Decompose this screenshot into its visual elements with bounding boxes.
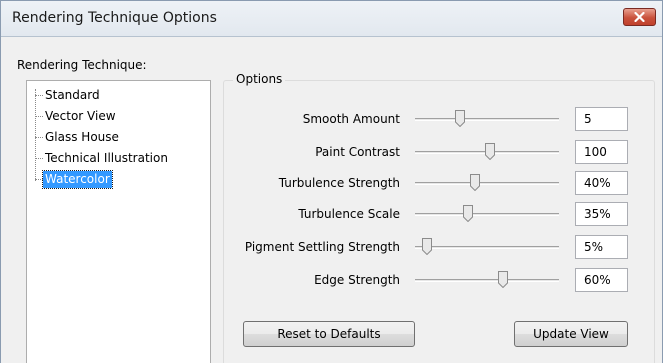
option-label: Edge Strength xyxy=(314,273,400,287)
tree-item-label: Vector View xyxy=(45,108,116,123)
slider-thumb[interactable] xyxy=(454,110,465,127)
option-row-paint-contrast: Paint Contrast 100 xyxy=(223,139,655,165)
close-icon xyxy=(634,12,645,22)
title-bar[interactable]: Rendering Technique Options xyxy=(1,1,662,37)
turbulence-scale-field[interactable]: 35% xyxy=(575,202,628,226)
edge-strength-slider[interactable] xyxy=(415,267,559,293)
tree-connector xyxy=(35,94,43,96)
tree-item-label: Standard xyxy=(45,87,100,102)
turbulence-strength-slider[interactable] xyxy=(415,170,559,196)
option-row-turbulence-scale: Turbulence Scale 35% xyxy=(223,201,655,227)
option-row-smooth-amount: Smooth Amount 5 xyxy=(223,106,655,132)
pigment-settling-strength-field[interactable]: 5% xyxy=(575,235,628,259)
turbulence-strength-field[interactable]: 40% xyxy=(575,171,628,195)
slider-thumb[interactable] xyxy=(484,143,495,160)
options-group-title: Options xyxy=(233,72,286,86)
turbulence-scale-slider[interactable] xyxy=(415,201,559,227)
dialog-window: Rendering Technique Options Rendering Te… xyxy=(0,0,663,363)
slider-track xyxy=(415,182,559,185)
edge-strength-field[interactable]: 60% xyxy=(575,268,628,292)
pigment-settling-strength-slider[interactable] xyxy=(415,234,559,260)
close-button[interactable] xyxy=(623,8,656,26)
window-title: Rendering Technique Options xyxy=(12,10,217,26)
rendering-technique-label: Rendering Technique: xyxy=(17,58,147,72)
slider-track xyxy=(415,246,559,249)
option-row-turbulence-strength: Turbulence Strength 40% xyxy=(223,170,655,196)
update-view-button[interactable]: Update View xyxy=(514,321,628,347)
tree-item-label: Glass House xyxy=(45,129,119,144)
dialog-body: Rendering Technique: Standard Vector Vie… xyxy=(1,38,662,363)
option-label: Turbulence Scale xyxy=(298,207,400,221)
smooth-amount-slider[interactable] xyxy=(415,106,559,132)
paint-contrast-slider[interactable] xyxy=(415,139,559,165)
tree-connector xyxy=(35,136,43,138)
smooth-amount-field[interactable]: 5 xyxy=(575,107,628,131)
tree-item-vector-view[interactable]: Vector View xyxy=(35,107,118,125)
option-row-edge-strength: Edge Strength 60% xyxy=(223,267,655,293)
tree-item-label: Watercolor xyxy=(42,169,113,189)
slider-thumb[interactable] xyxy=(470,174,481,191)
option-row-pigment-settling-strength: Pigment Settling Strength 5% xyxy=(223,234,655,260)
tree-connector xyxy=(35,157,43,159)
slider-thumb[interactable] xyxy=(497,271,508,288)
slider-thumb[interactable] xyxy=(421,238,432,255)
slider-track xyxy=(415,279,559,282)
technique-tree[interactable]: Standard Vector View Glass House Technic… xyxy=(26,80,211,363)
option-label: Paint Contrast xyxy=(315,145,400,159)
tree-connector xyxy=(35,115,43,117)
paint-contrast-field[interactable]: 100 xyxy=(575,140,628,164)
slider-track xyxy=(415,118,559,121)
tree-item-label: Technical Illustration xyxy=(45,150,168,165)
option-label: Smooth Amount xyxy=(302,112,400,126)
option-label: Turbulence Strength xyxy=(278,176,400,190)
reset-to-defaults-button[interactable]: Reset to Defaults xyxy=(243,321,415,347)
option-label: Pigment Settling Strength xyxy=(244,240,400,254)
tree-item-technical-illustration[interactable]: Technical Illustration xyxy=(35,149,170,167)
tree-item-glass-house[interactable]: Glass House xyxy=(35,128,121,146)
tree-item-watercolor[interactable]: Watercolor xyxy=(35,169,113,189)
slider-track xyxy=(415,213,559,216)
slider-thumb[interactable] xyxy=(463,205,474,222)
tree-item-standard[interactable]: Standard xyxy=(35,86,102,104)
tree-connector xyxy=(35,178,43,180)
